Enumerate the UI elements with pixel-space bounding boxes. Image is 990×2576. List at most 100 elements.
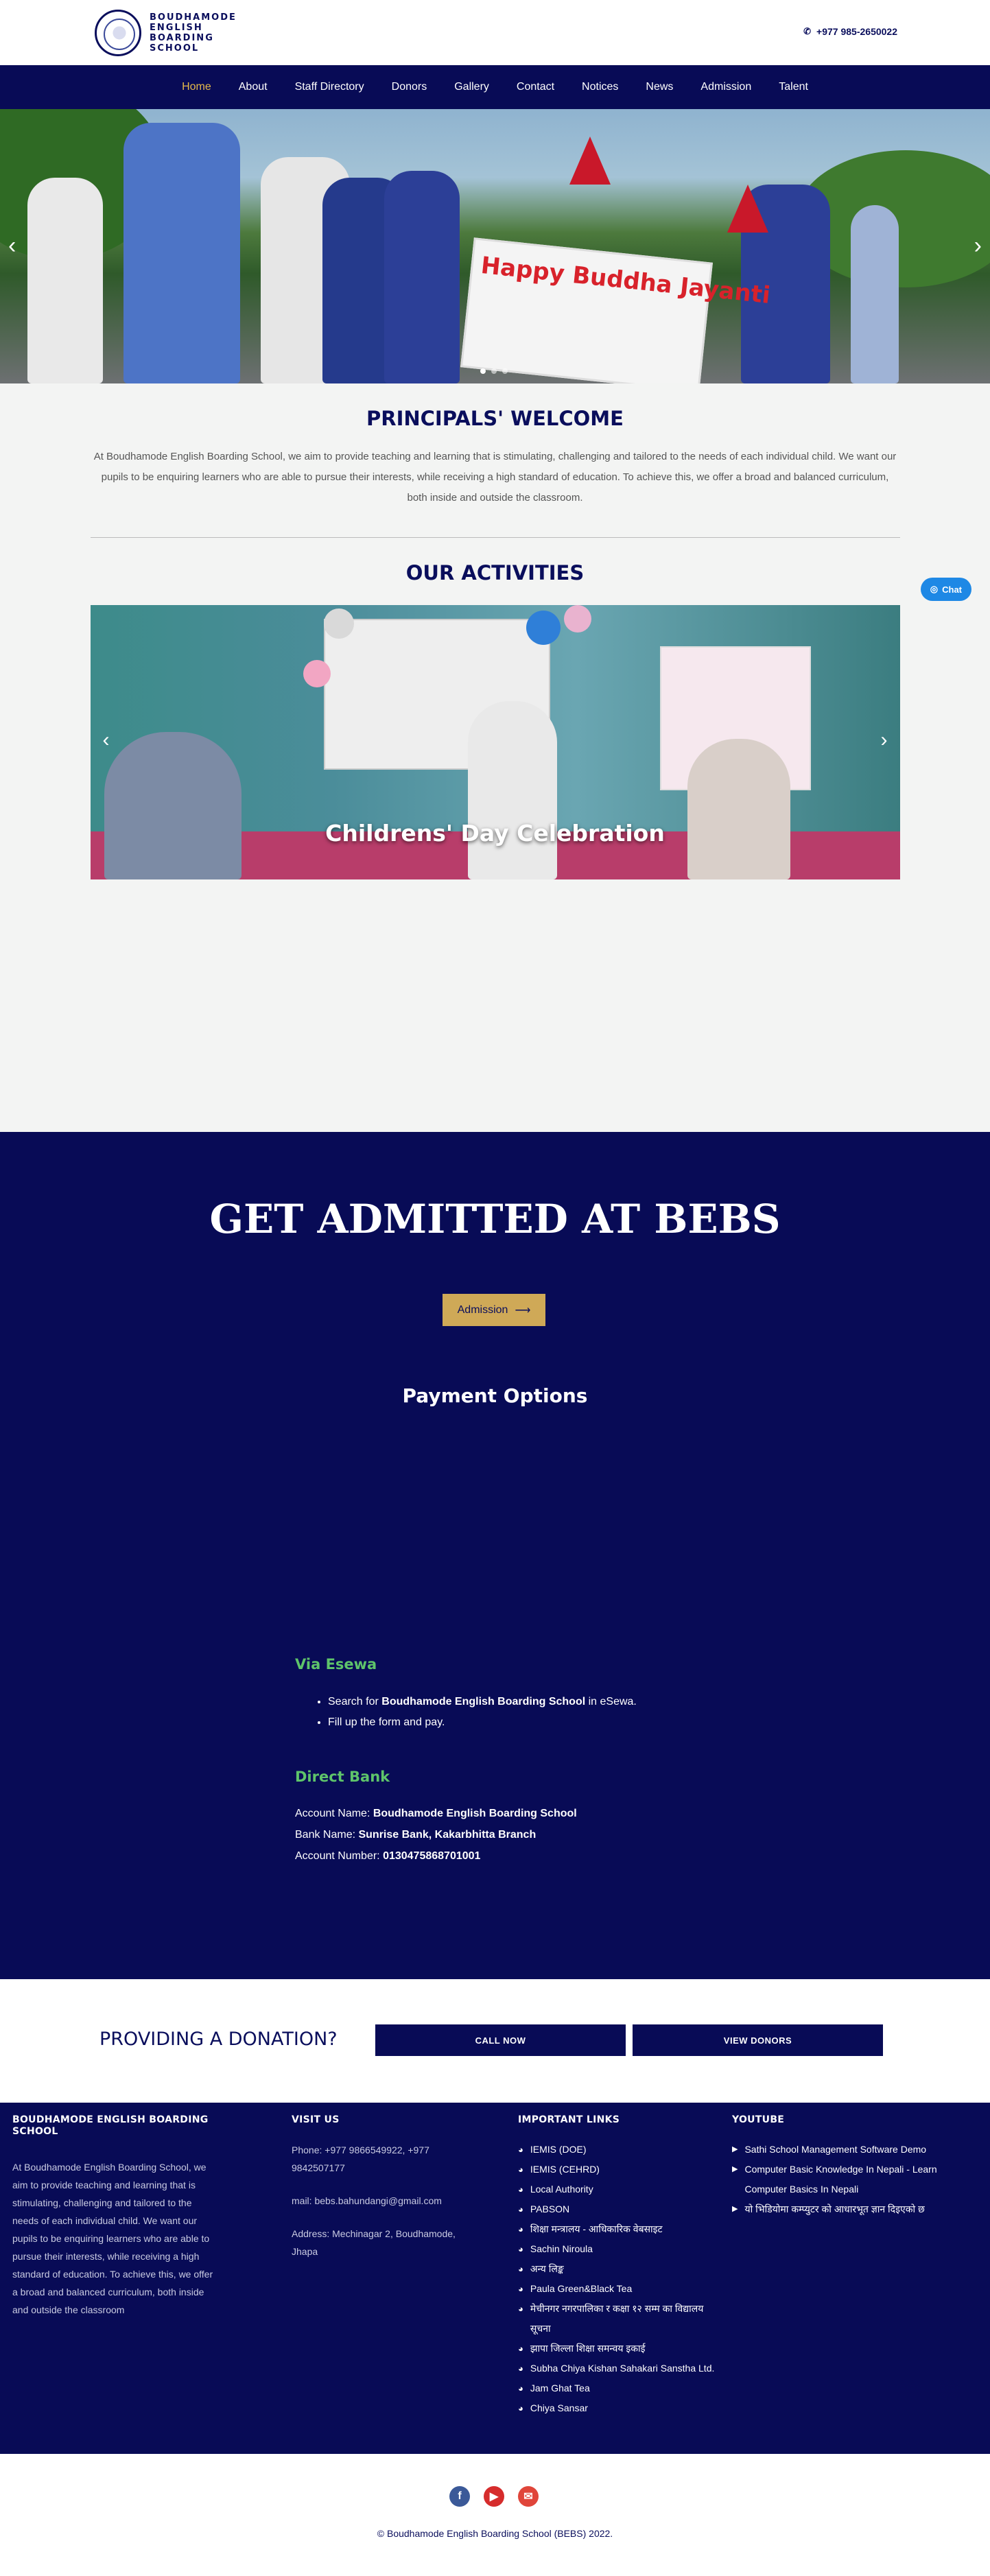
- activities-title: OUR ACTIVITIES: [405, 561, 585, 584]
- esewa-step-text: Search for: [328, 1696, 382, 1708]
- important-link-label: झापा जिल्ला शिक्षा समन्वय इकाई: [530, 2343, 646, 2354]
- youtube-play-icon: ▶: [732, 2165, 738, 2173]
- hero-dots: [480, 368, 508, 374]
- nav-home[interactable]: Home: [168, 81, 225, 93]
- site-header: BOUDHAMODE ENGLISH BOARDING SCHOOL ✆ +97…: [0, 0, 990, 65]
- footer-about-text: At Boudhamode English Boarding School, w…: [12, 2162, 213, 2315]
- important-link[interactable]: ◕ अन्य लिङ्क: [518, 2259, 717, 2279]
- globe-icon: ◕: [518, 2244, 523, 2254]
- nav-talent[interactable]: Talent: [765, 81, 822, 93]
- carousel-next-arrow-icon[interactable]: ›: [881, 729, 888, 752]
- nav-notices[interactable]: Notices: [568, 81, 632, 93]
- hero-person: [123, 123, 240, 383]
- hero-person: [851, 205, 899, 383]
- admission-button-label: Admission: [457, 1303, 508, 1316]
- youtube-link[interactable]: ▶ Computer Basic Knowledge In Nepali - Le…: [732, 2160, 965, 2199]
- youtube-link-label: यो भिडियोमा कम्प्युटर को आधारभूत ज्ञान द…: [744, 2203, 925, 2214]
- email-icon[interactable]: ✉: [518, 2486, 539, 2507]
- youtube-icon[interactable]: ▶: [484, 2486, 504, 2507]
- important-link[interactable]: ◕ शिक्षा मन्त्रालय - आधिकारिक वेबसाइट: [518, 2219, 717, 2239]
- header-phone-number: +977 985-2650022: [816, 26, 897, 37]
- footer-youtube-title: YOUTUBE: [732, 2114, 785, 2125]
- account-number-row: Account Number: 0130475868701001: [295, 1845, 707, 1867]
- hero-prev-arrow-icon[interactable]: ‹: [8, 233, 16, 259]
- account-name-row: Account Name: Boudhamode English Boardin…: [295, 1803, 707, 1824]
- important-link[interactable]: ◕ Subha Chiya Kishan Sahakari Sanstha Ltd…: [518, 2359, 717, 2378]
- youtube-link[interactable]: ▶ Sathi School Management Software Demo: [732, 2140, 965, 2160]
- nav-donors[interactable]: Donors: [378, 81, 441, 93]
- hero-dot[interactable]: [502, 368, 508, 374]
- youtube-link[interactable]: ▶ यो भिडियोमा कम्प्युटर को आधारभूत ज्ञान …: [732, 2199, 965, 2219]
- important-link-label: Local Authority: [530, 2184, 593, 2195]
- social-links: f ▶ ✉: [449, 2486, 539, 2507]
- important-link[interactable]: ◕ PABSON: [518, 2199, 717, 2219]
- globe-icon: ◕: [518, 2164, 523, 2175]
- important-link[interactable]: ◕ मेचीनगर नगरपालिका र कक्षा १२ सम्म का वि…: [518, 2299, 717, 2339]
- nav-gallery[interactable]: Gallery: [440, 81, 503, 93]
- youtube-link-label: Computer Basic Knowledge In Nepali - Lea…: [744, 2164, 937, 2195]
- facebook-icon[interactable]: f: [449, 2486, 470, 2507]
- globe-icon: ◕: [518, 2304, 523, 2314]
- balloon: [563, 605, 591, 633]
- welcome-section: PRINCIPALS' WELCOME At Boudhamode Englis…: [0, 383, 990, 1132]
- youtube-play-icon: ▶: [732, 2145, 738, 2153]
- important-link[interactable]: ◕ Chiya Sansar: [518, 2398, 717, 2418]
- payment-options-title: Payment Options: [402, 1384, 588, 1407]
- balloon: [303, 660, 331, 687]
- important-link[interactable]: ◕ IEMIS (DOE): [518, 2140, 717, 2160]
- nav-news[interactable]: News: [632, 81, 687, 93]
- balloon: [323, 608, 354, 639]
- globe-icon: ◕: [518, 2284, 523, 2294]
- chat-button[interactable]: ◎ Chat: [920, 578, 971, 601]
- hero-next-arrow-icon[interactable]: ›: [974, 233, 982, 259]
- important-link-label: IEMIS (CEHRD): [530, 2164, 600, 2175]
- hero-person: [384, 171, 460, 383]
- footer-address: Address: Mechinagar 2, Boudhamode, Jhapa: [292, 2228, 456, 2257]
- important-link[interactable]: ◕ IEMIS (CEHRD): [518, 2160, 717, 2179]
- important-link[interactable]: ◕ Jam Ghat Tea: [518, 2378, 717, 2398]
- nav-about[interactable]: About: [225, 81, 281, 93]
- view-donors-button[interactable]: VIEW DONORS: [633, 2024, 883, 2056]
- copyright: © Boudhamode English Boarding School (BE…: [377, 2528, 613, 2539]
- bottom-bar: f ▶ ✉ © Boudhamode English Boarding Scho…: [0, 2454, 990, 2576]
- youtube-play-icon: ▶: [732, 2205, 738, 2213]
- phone-icon: ✆: [803, 26, 812, 36]
- footer-links: IMPORTANT LINKS ◕ IEMIS (DOE) ◕ IEMIS (CEH…: [518, 2114, 717, 2418]
- esewa-school-name: Boudhamode English Boarding School: [381, 1696, 586, 1708]
- important-link[interactable]: ◕ झापा जिल्ला शिक्षा समन्वय इकाई: [518, 2339, 717, 2359]
- chat-label: Chat: [942, 584, 962, 595]
- important-link[interactable]: ◕ Sachin Niroula: [518, 2239, 717, 2259]
- globe-icon: ◕: [518, 2264, 523, 2274]
- arrow-right-icon: ⟶: [515, 1304, 531, 1316]
- footer-youtube: YOUTUBE ▶ Sathi School Management Softwar…: [732, 2114, 965, 2219]
- globe-icon: ◕: [518, 2363, 523, 2374]
- nav-contact[interactable]: Contact: [503, 81, 568, 93]
- important-link[interactable]: ◕ Local Authority: [518, 2179, 717, 2199]
- account-number-value: 0130475868701001: [383, 1850, 481, 1862]
- important-link-label: Chiya Sansar: [530, 2402, 588, 2413]
- call-now-button[interactable]: CALL NOW: [375, 2024, 626, 2056]
- youtube-list: ▶ Sathi School Management Software Demo ▶…: [732, 2140, 965, 2219]
- carousel-prev-arrow-icon[interactable]: ‹: [103, 729, 110, 752]
- hero-dot[interactable]: [491, 368, 497, 374]
- admission-button[interactable]: Admission ⟶: [443, 1294, 545, 1326]
- activity-person: [687, 739, 790, 879]
- donation-title: PROVIDING A DONATION?: [99, 2029, 338, 2050]
- school-logo[interactable]: BOUDHAMODE ENGLISH BOARDING SCHOOL: [95, 10, 252, 56]
- nav-admission[interactable]: Admission: [687, 81, 765, 93]
- header-phone[interactable]: ✆ +977 985-2650022: [803, 26, 897, 37]
- footer-about-title: BOUDHAMODE ENGLISH BOARDING SCHOOL: [12, 2114, 209, 2137]
- activity-caption: Childrens' Day Celebration: [325, 820, 665, 847]
- footer-mail[interactable]: mail: bebs.bahundangi@gmail.com: [292, 2192, 463, 2210]
- important-link-label: IEMIS (DOE): [530, 2144, 587, 2155]
- nav-staff-directory[interactable]: Staff Directory: [281, 81, 378, 93]
- account-name-label: Account Name:: [295, 1808, 373, 1819]
- globe-icon: ◕: [518, 2144, 523, 2155]
- hero-flag: [569, 137, 611, 185]
- important-link-label: Jam Ghat Tea: [530, 2383, 590, 2394]
- admission-section: GET ADMITTED AT BEBS Admission ⟶ Payment…: [0, 1132, 990, 1979]
- globe-icon: ◕: [518, 2383, 523, 2394]
- hero-dot[interactable]: [480, 368, 486, 374]
- welcome-text: At Boudhamode English Boarding School, w…: [93, 451, 897, 504]
- important-link[interactable]: ◕ Paula Green&Black Tea: [518, 2279, 717, 2299]
